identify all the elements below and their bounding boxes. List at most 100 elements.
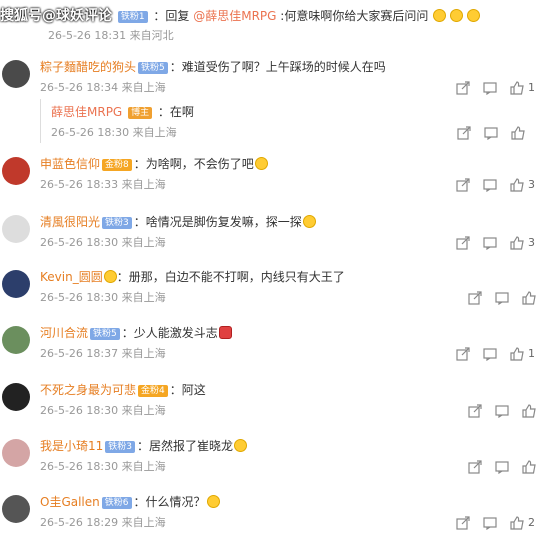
reply-target-link[interactable]: @薛思佳MRPG: [193, 9, 276, 23]
comment-item: O圭Gallen 铁粉6 ：什么情况？ 26-5-26 18:29 来自上海 2: [0, 493, 547, 537]
comment-icon[interactable]: [483, 515, 497, 531]
comment-actions: 1: [0, 346, 547, 362]
comment-icon[interactable]: [483, 235, 497, 251]
like-icon[interactable]: [522, 290, 536, 305]
comment-text: ：册那，白边不能不打啊，内线只有大王了: [116, 270, 345, 284]
share-icon[interactable]: [456, 515, 470, 530]
emoji-icon: [450, 9, 464, 22]
reply-text: ：在啊: [157, 105, 194, 119]
share-icon[interactable]: [468, 459, 482, 474]
crown-icon: [103, 270, 117, 283]
comment-username[interactable]: 河川合流: [40, 326, 88, 340]
share-icon[interactable]: [468, 290, 482, 305]
fan-badge: 金粉4: [138, 385, 168, 397]
comment-item: 我是小琦11 铁粉3 ：居然报了崔晓龙 26-5-26 18:30 来自上海: [0, 437, 547, 481]
like-icon[interactable]: [522, 459, 536, 474]
emoji-icon: [254, 157, 268, 170]
comment-actions: 3: [0, 177, 547, 193]
emoji-icon: [206, 495, 220, 508]
comment-body: Kevin_圆圆 ：册那，白边不能不打啊，内线只有大王了: [40, 268, 345, 286]
share-icon[interactable]: [456, 177, 470, 192]
comment-item: Kevin_圆圆 ：册那，白边不能不打啊，内线只有大王了 26-5-26 18:30…: [0, 268, 547, 312]
comment-body: 清風很阳光 铁粉3 ：啥情况是脚伤复发嘛，探一探: [40, 213, 316, 231]
comment-text: ：什么情况？: [133, 495, 206, 509]
comment-actions: [0, 459, 547, 475]
fan-badge: 铁粉3: [102, 217, 132, 229]
like-icon[interactable]: [510, 80, 524, 95]
like-icon[interactable]: [510, 346, 524, 361]
reply-location: 来自上海: [132, 126, 177, 139]
fan-badge: 金粉8: [102, 159, 132, 171]
share-icon[interactable]: [456, 235, 470, 250]
comment-username[interactable]: 不死之身最为可悲: [40, 383, 136, 397]
like-count: 3: [528, 236, 535, 249]
comment-text: ：为啥啊，不会伤了吧: [133, 157, 254, 171]
like-icon[interactable]: [510, 177, 524, 192]
comment-body: O圭Gallen 铁粉6 ：什么情况？: [40, 493, 220, 511]
comment-icon[interactable]: [495, 459, 509, 475]
emoji-icon: [218, 326, 232, 339]
blogger-badge: 博主: [128, 107, 153, 119]
comment-username[interactable]: 清風很阳光: [40, 215, 100, 229]
emoji-icon: [302, 215, 316, 228]
comment-icon[interactable]: [495, 290, 509, 306]
comment-icon[interactable]: [483, 80, 497, 96]
comment-meta: 26-5-26 18:31 来自河北: [48, 27, 174, 43]
comment-text: ：阿这: [169, 383, 206, 397]
comment-actions: [0, 290, 547, 306]
comment-body: 我是小琦11 铁粉3 ：居然报了崔晓龙: [40, 437, 248, 455]
comment-username[interactable]: Kevin_圆圆: [40, 270, 103, 284]
comment-body: 申蓝色信仰 金粉8 ：为啥啊，不会伤了吧: [40, 155, 268, 173]
comment-text: ：啥情况是脚伤复发嘛，探一探: [133, 215, 302, 229]
comment-item: 申蓝色信仰 金粉8 ：为啥啊，不会伤了吧 26-5-26 18:33 来自上海 3: [0, 155, 547, 199]
comment-location: 来自河北: [129, 29, 174, 42]
share-icon[interactable]: [456, 346, 470, 361]
share-icon[interactable]: [456, 80, 470, 95]
comment-body: 粽子麵醋吃的狗头 铁粉5 ：难道受伤了啊？上午踩场的时候人在吗: [40, 58, 386, 76]
fan-badge: 铁粉1: [117, 11, 148, 23]
emoji-icon: [467, 9, 481, 22]
comment-username[interactable]: O圭Gallen: [40, 495, 100, 509]
fan-badge: 铁粉6: [101, 497, 132, 509]
comment-username[interactable]: 申蓝色信仰: [40, 157, 100, 171]
comment-username[interactable]: 我是小琦11: [40, 439, 103, 453]
comment-text: ：难道受伤了啊？上午踩场的时候人在吗: [169, 60, 386, 74]
top-reply-row: 搜狐号@球妖评论 铁粉1 ：回复 @薛思佳MRPG :何意味啊你给大家赛后问问 …: [0, 0, 547, 44]
comment-item: 清風很阳光 铁粉3 ：啥情况是脚伤复发嘛，探一探 26-5-26 18:30 来自上海…: [0, 213, 547, 257]
like-count: 1: [528, 347, 535, 360]
reply-username[interactable]: 薛思佳MRPG: [51, 105, 122, 119]
like-count: 3: [528, 178, 535, 191]
fan-badge: 铁粉5: [90, 328, 120, 340]
comment-icon[interactable]: [483, 177, 497, 193]
fan-badge: 铁粉3: [105, 441, 136, 453]
comment-actions: 1: [0, 80, 547, 96]
comment-icon[interactable]: [495, 403, 509, 419]
comment-item: 河川合流 铁粉5 ：少人能激发斗志 26-5-26 18:37 来自上海 1: [0, 324, 547, 368]
reply-time: 26-5-26 18:30: [51, 126, 130, 139]
emoji-icon: [234, 439, 248, 452]
comment-actions: 3: [0, 235, 547, 251]
like-icon[interactable]: [510, 235, 524, 250]
comment-text: ：少人能激发斗志: [121, 326, 218, 340]
comment-item: 粽子麵醋吃的狗头 铁粉5 ：难道受伤了啊？上午踩场的时候人在吗 26-5-26 18:…: [0, 58, 547, 102]
share-icon[interactable]: [468, 403, 482, 418]
like-icon[interactable]: [510, 515, 524, 530]
share-icon[interactable]: [457, 125, 471, 140]
fan-badge: 铁粉5: [138, 62, 168, 74]
like-icon[interactable]: [522, 403, 536, 418]
comment-text: ：居然报了崔晓龙: [137, 439, 234, 453]
comment-actions: 2: [0, 515, 547, 531]
comment-text: :何意味啊你给大家赛后问问: [280, 9, 429, 23]
comment-icon[interactable]: [484, 125, 498, 141]
comment-username[interactable]: 粽子麵醋吃的狗头: [40, 60, 136, 74]
comment-body: 不死之身最为可悲 金粉4 ：阿这: [40, 381, 206, 399]
comment-item: 不死之身最为可悲 金粉4 ：阿这 26-5-26 18:30 来自上海: [0, 381, 547, 425]
comment-icon[interactable]: [483, 346, 497, 362]
like-icon[interactable]: [511, 125, 525, 140]
comment-actions: [0, 403, 547, 419]
like-count: 1: [528, 81, 535, 94]
emoji-icon: [433, 9, 447, 22]
like-count: 2: [528, 516, 535, 529]
comment-time: 26-5-26 18:31: [48, 29, 127, 42]
comment-body: 河川合流 铁粉5 ：少人能激发斗志: [40, 324, 232, 342]
